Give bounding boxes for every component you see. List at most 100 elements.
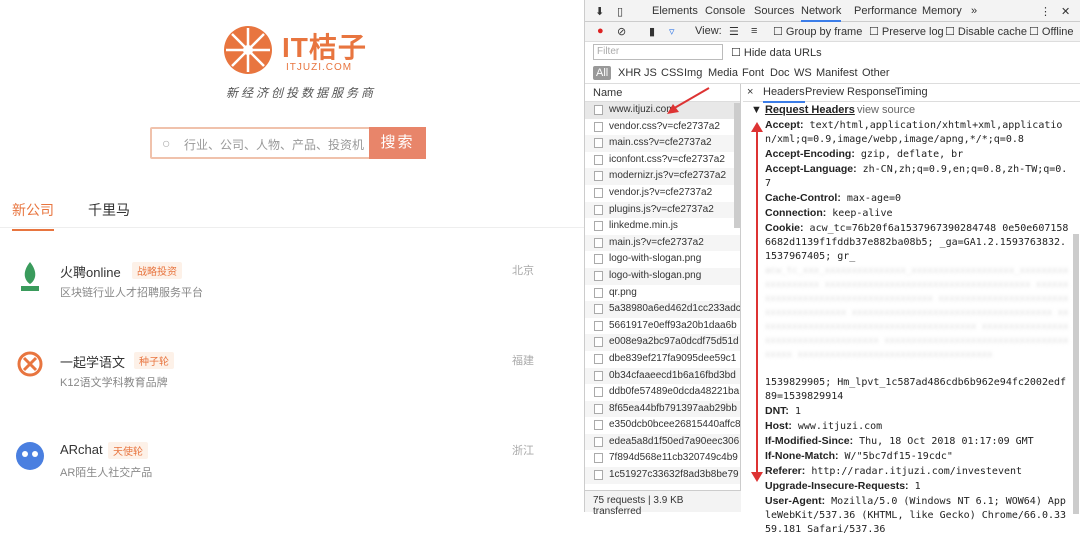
type-all[interactable]: All: [593, 66, 612, 80]
capture-screenshot-icon[interactable]: ▮: [649, 25, 655, 38]
large-rows-icon[interactable]: ☰: [729, 25, 739, 38]
company-row[interactable]: ARchat 天使轮 AR陌生人社交产品 浙江: [0, 436, 584, 512]
more-tabs-button[interactable]: »: [971, 5, 977, 17]
header-value: Thu, 18 Oct 2018 01:17:09 GMT: [859, 436, 1034, 447]
tab-headers[interactable]: Headers: [763, 86, 805, 103]
request-name: 5661917e0eff93a20b1daa6b: [609, 319, 737, 331]
preserve-log-checkbox[interactable]: ☐ Preserve log: [869, 25, 944, 38]
company-row[interactable]: 一起学语文 种子轮 K12语文学科教育品牌 福建: [0, 346, 584, 422]
type-other[interactable]: Other: [859, 66, 893, 80]
file-icon: [594, 370, 603, 381]
file-icon: [594, 138, 603, 149]
request-row[interactable]: 5a38980a6ed462d1cc233adc: [585, 301, 740, 318]
close-details-icon[interactable]: ×: [747, 86, 753, 98]
type-ws[interactable]: WS: [791, 66, 815, 80]
request-row[interactable]: iconfont.css?v=cfe2737a2: [585, 152, 740, 169]
tab-network[interactable]: Network: [801, 5, 842, 22]
request-row[interactable]: 5661917e0eff93a20b1daa6b: [585, 318, 740, 335]
request-row[interactable]: main.css?v=cfe2737a2: [585, 135, 740, 152]
group-by-frame-label: Group by frame: [785, 26, 863, 38]
request-name: modernizr.js?v=cfe2737a2: [609, 170, 727, 182]
request-row[interactable]: e350dcb0bcee26815440affc8: [585, 417, 740, 434]
tab-qianlima[interactable]: 千里马: [88, 200, 130, 220]
company-name[interactable]: ARchat: [60, 442, 103, 457]
arrow-up-icon: [751, 122, 763, 132]
tab-performance[interactable]: Performance: [854, 5, 917, 17]
inspect-icon[interactable]: ⬇: [595, 5, 604, 18]
record-icon[interactable]: ●: [597, 25, 604, 37]
company-row[interactable]: 火聘online 战略投资 区块链行业人才招聘服务平台 北京: [0, 256, 584, 332]
tab-console[interactable]: Console: [705, 5, 745, 17]
type-font[interactable]: Font: [739, 66, 767, 80]
company-name[interactable]: 火聘online: [60, 262, 121, 281]
disable-cache-checkbox[interactable]: ☐ Disable cache: [945, 25, 1027, 38]
request-row[interactable]: logo-with-slogan.png: [585, 267, 740, 285]
view-source-link[interactable]: view source: [857, 104, 915, 116]
filter-input[interactable]: Filter: [593, 44, 723, 60]
request-row[interactable]: linkedme.min.js: [585, 218, 740, 235]
request-row[interactable]: ddb0fe57489e0dcda48221ba: [585, 384, 740, 401]
logo-domain: ITJUZI.COM: [286, 62, 353, 73]
tab-preview[interactable]: Preview: [805, 86, 844, 98]
device-toolbar-icon[interactable]: ▯: [617, 5, 623, 18]
close-icon[interactable]: ✕: [1061, 5, 1070, 18]
menu-icon[interactable]: ⋮: [1040, 5, 1051, 18]
hide-data-urls-checkbox[interactable]: ☐ Hide data URLs: [731, 46, 822, 59]
search-icon: ○: [162, 135, 171, 151]
overview-icon[interactable]: ≡: [751, 25, 757, 37]
file-icon: [594, 287, 603, 298]
request-row[interactable]: modernizr.js?v=cfe2737a2: [585, 168, 740, 185]
clear-icon[interactable]: ⊘: [617, 25, 626, 38]
request-row[interactable]: 7f894d568e11cb320749c4b9: [585, 450, 740, 467]
request-row[interactable]: vendor.css?v=cfe2737a2: [585, 119, 740, 136]
header-value: 1: [794, 406, 801, 417]
request-row[interactable]: 0b34cfaaeecd1b6a16fbd3bd: [585, 367, 740, 385]
header-value: www.itjuzi.com: [797, 421, 883, 432]
file-icon: [594, 337, 603, 348]
group-by-frame-checkbox[interactable]: ☐ Group by frame: [773, 25, 862, 38]
details-scrollbar[interactable]: [1073, 234, 1079, 514]
header-key: Upgrade-Insecure-Requests:: [765, 480, 909, 492]
request-row[interactable]: 8f65ea44bfb791397aab29bb: [585, 400, 740, 418]
tab-response[interactable]: Response: [847, 86, 897, 98]
type-media[interactable]: Media: [705, 66, 741, 80]
tab-sources[interactable]: Sources: [754, 5, 794, 17]
request-row[interactable]: plugins.js?v=cfe2737a2: [585, 201, 740, 219]
company-name[interactable]: 一起学语文: [60, 352, 125, 371]
itjuzi-logo[interactable]: IT桔子 ITJUZI.COM: [222, 24, 366, 79]
request-name: vendor.js?v=cfe2737a2: [609, 186, 713, 198]
filter-icon[interactable]: ▿: [669, 25, 675, 38]
offline-checkbox[interactable]: ☐ Offline: [1029, 25, 1074, 38]
tab-memory[interactable]: Memory: [922, 5, 962, 17]
type-manifest[interactable]: Manifest: [813, 66, 861, 80]
annotation-arrow-icon: [667, 87, 710, 114]
request-row[interactable]: logo-with-slogan.png: [585, 251, 740, 268]
tab-timing[interactable]: Timing: [895, 86, 928, 98]
request-row[interactable]: vendor.js?v=cfe2737a2: [585, 185, 740, 202]
header-key: Cache-Control:: [765, 192, 841, 204]
company-desc: 区块链行业人才招聘服务平台: [60, 287, 203, 299]
request-row[interactable]: dbe839ef217fa9095dee59c1: [585, 351, 740, 368]
type-doc[interactable]: Doc: [767, 66, 793, 80]
tab-new-companies[interactable]: 新公司: [12, 200, 54, 231]
request-list-scrollbar[interactable]: [734, 103, 740, 228]
type-xhr[interactable]: XHR: [615, 66, 644, 80]
request-headers-section[interactable]: ▼ Request Headers: [751, 104, 855, 116]
header-value: max-age=0: [846, 193, 902, 204]
request-row[interactable]: edea5a8d1f50ed7a90eec306: [585, 433, 740, 451]
file-icon: [594, 387, 603, 398]
file-icon: [594, 470, 603, 481]
file-icon: [594, 171, 603, 182]
tab-elements[interactable]: Elements: [652, 5, 698, 17]
request-row[interactable]: qr.png: [585, 285, 740, 302]
request-row[interactable]: main.js?v=cfe2737a2: [585, 234, 740, 252]
request-row[interactable]: 1c51927c33632f8ad3b8be79: [585, 467, 740, 484]
search-button[interactable]: 搜索: [369, 127, 426, 159]
slogan: 新经济创投数据服务商: [226, 86, 377, 100]
header-value: gzip, deflate, br: [860, 149, 964, 160]
request-row[interactable]: www.itjuzi.com: [585, 102, 740, 119]
type-img[interactable]: Img: [681, 66, 705, 80]
funding-badge: 天使轮: [108, 442, 148, 459]
request-row[interactable]: e008e9a2bc97a0dcdf75d51d: [585, 334, 740, 351]
name-column-header[interactable]: Name: [585, 84, 740, 102]
